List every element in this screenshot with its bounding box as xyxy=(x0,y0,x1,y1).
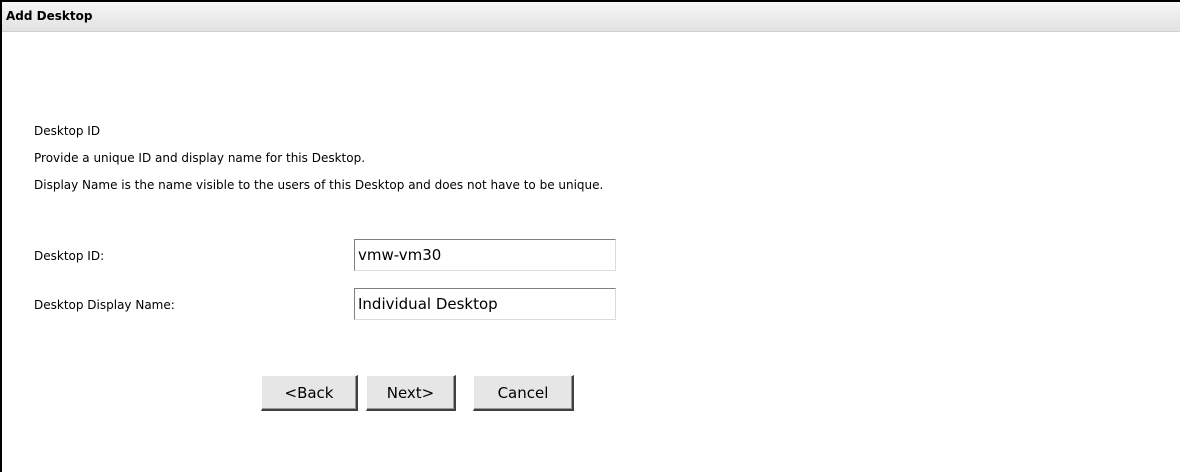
add-desktop-dialog: Add Desktop Desktop ID Provide a unique … xyxy=(0,0,1180,472)
back-button[interactable]: <Back xyxy=(261,375,358,411)
display-name-note: Display Name is the name visible to the … xyxy=(34,178,604,192)
desktop-id-label: Desktop ID: xyxy=(34,249,105,263)
desktop-id-input[interactable] xyxy=(354,239,616,271)
section-heading: Desktop ID xyxy=(34,124,101,138)
display-name-label: Desktop Display Name: xyxy=(34,298,175,312)
next-button[interactable]: Next> xyxy=(366,375,456,411)
dialog-title: Add Desktop xyxy=(6,9,93,23)
dialog-title-bar: Add Desktop xyxy=(2,2,1180,32)
cancel-button[interactable]: Cancel xyxy=(473,375,574,411)
display-name-input[interactable] xyxy=(354,288,616,320)
instruction-text: Provide a unique ID and display name for… xyxy=(34,151,366,165)
